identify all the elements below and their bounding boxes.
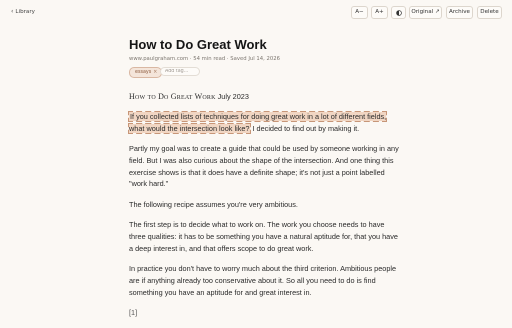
article-meta: www.paulgraham.com · 54 min read · Saved…	[129, 56, 281, 62]
essay-heading: How to Do Great Work July 2023	[129, 91, 399, 103]
article-title: How to Do Great Work	[129, 37, 267, 52]
tag-chip[interactable]: essays ×	[129, 67, 163, 78]
increase-font-button[interactable]: A+	[371, 6, 388, 19]
paragraph-1: If you collected lists of techniques for…	[127, 110, 399, 135]
theme-toggle-button[interactable]	[391, 6, 406, 19]
delete-button[interactable]: Delete	[477, 6, 502, 19]
contrast-icon	[395, 10, 402, 16]
footnote-link[interactable]: [1]	[129, 307, 399, 319]
back-label: Library	[15, 9, 35, 15]
back-to-library-link[interactable]: ‹ Library	[11, 7, 35, 17]
paragraph-5: In practice you don't have to worry much…	[129, 264, 397, 297]
add-tag-input[interactable]	[160, 67, 200, 76]
paragraph-1-rest: I decided to find out by making it.	[250, 123, 360, 133]
tag-label: essays	[135, 70, 152, 75]
essay-heading-title: How to Do Great Work	[129, 92, 216, 101]
article-body: How to Do Great Work July 2023 If you co…	[127, 91, 399, 319]
paragraph-2: Partly my goal was to create a guide tha…	[129, 143, 399, 189]
reader-content: How to Do Great Work www.paulgraham.com …	[127, 36, 399, 328]
tag-row: essays ×	[129, 67, 399, 78]
decrease-font-button[interactable]: A−	[351, 6, 368, 19]
original-link-button[interactable]: Original ↗	[409, 6, 442, 19]
paragraph-3: The following recipe assumes you're very…	[129, 199, 298, 209]
top-toolbar: ‹ Library A− A+ Original ↗ Archive Delete	[0, 0, 512, 26]
paragraph-4: The first step is to decide what to work…	[129, 220, 398, 253]
chevron-left-icon: ‹	[11, 8, 14, 15]
essay-date: July 2023	[217, 92, 249, 101]
remove-tag-icon[interactable]: ×	[153, 70, 157, 75]
archive-button[interactable]: Archive	[446, 6, 473, 19]
